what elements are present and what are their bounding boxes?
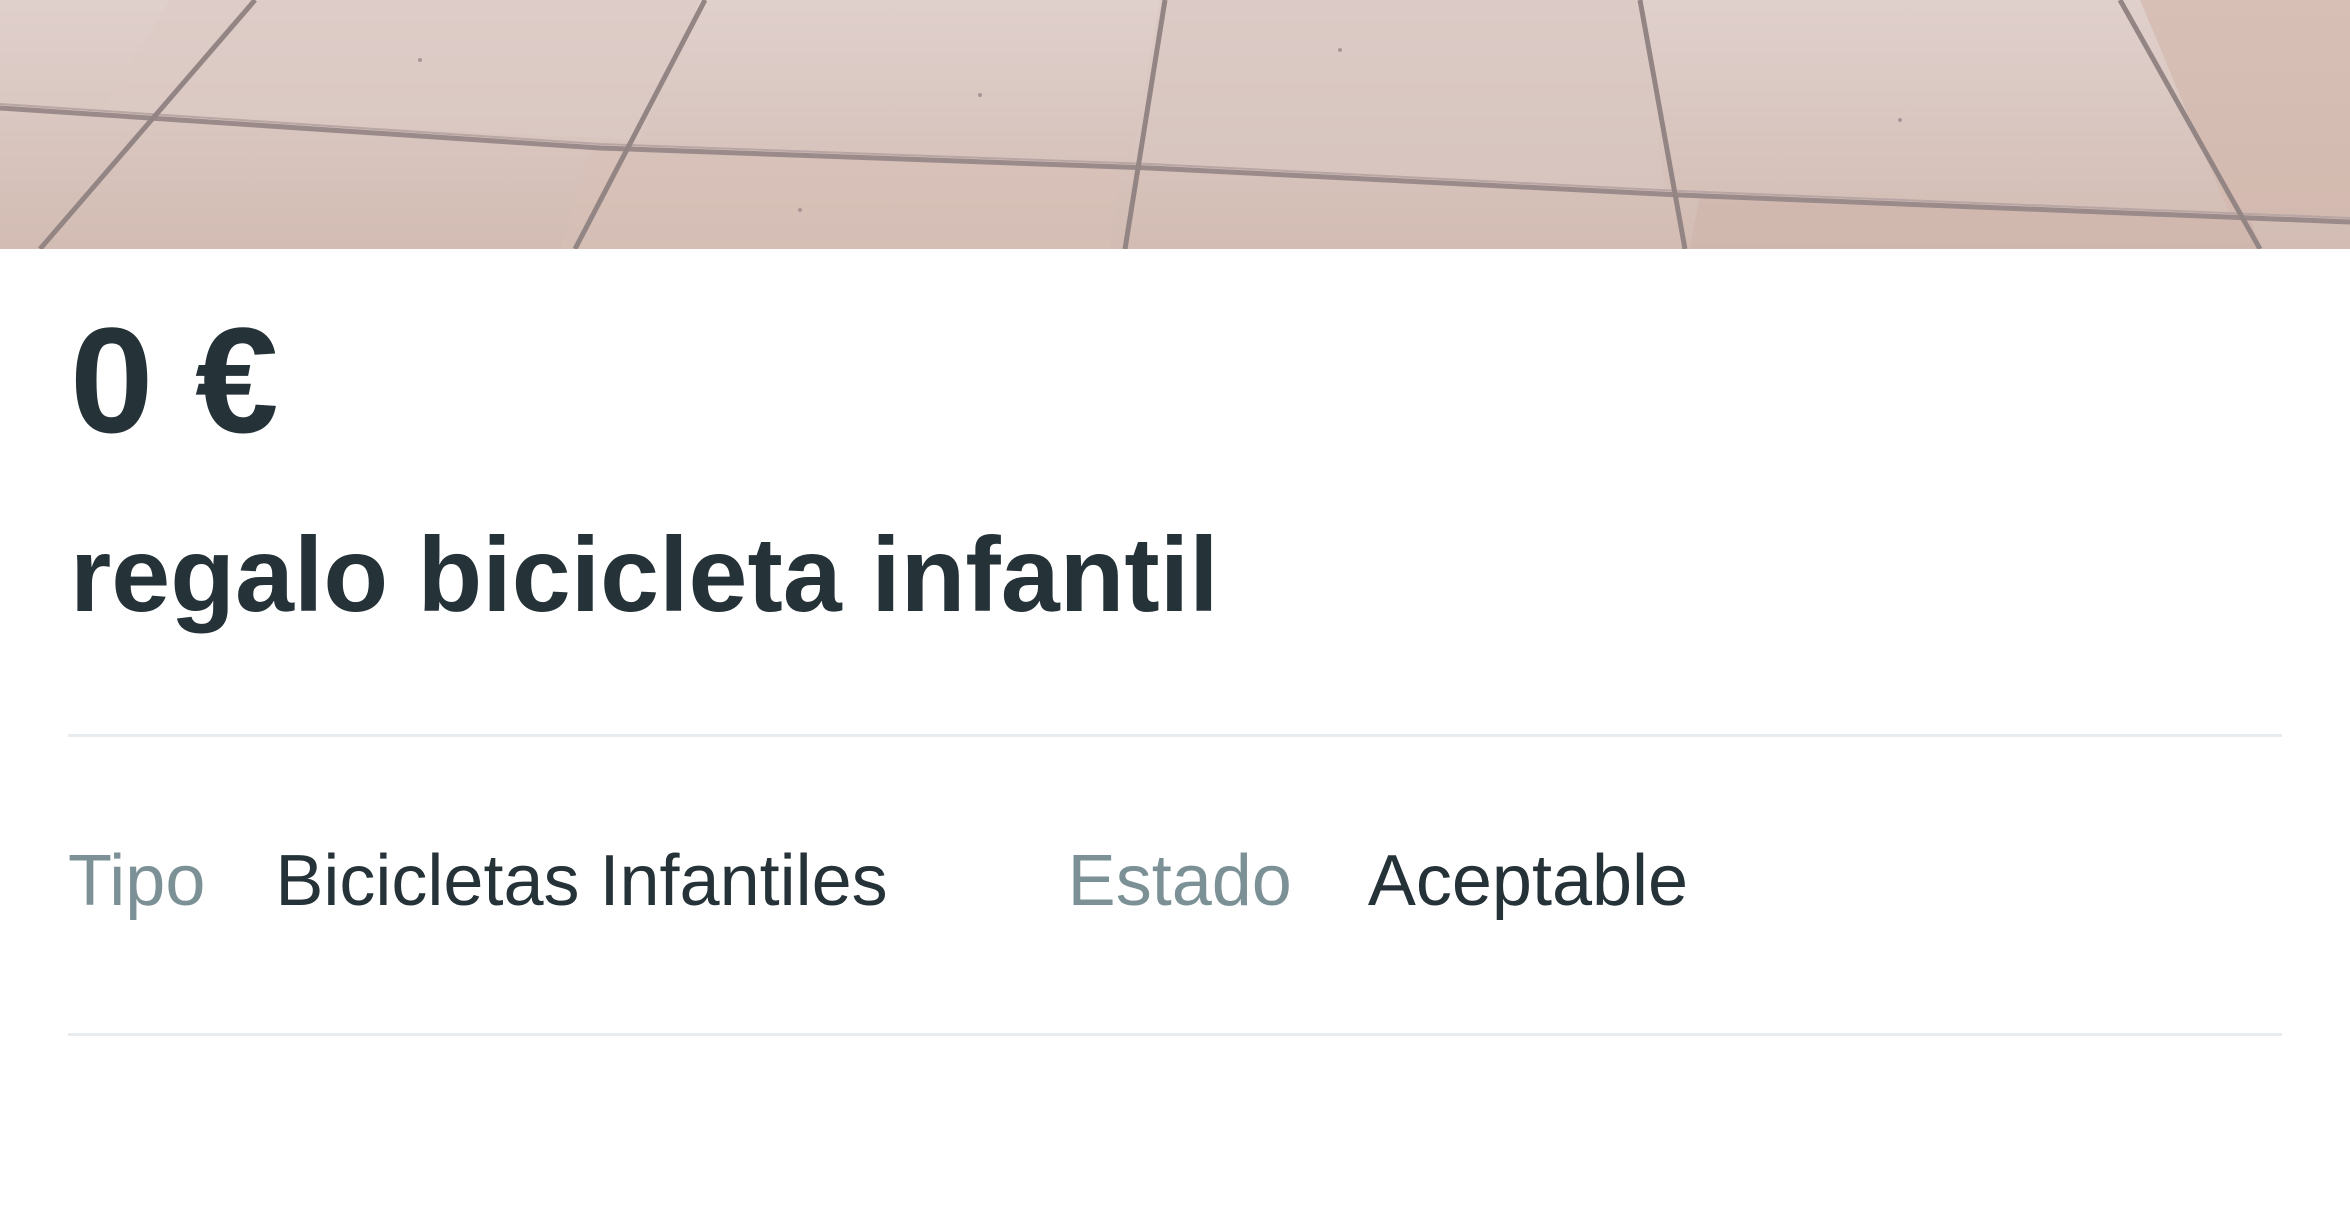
product-photo[interactable] bbox=[0, 0, 2350, 249]
type-value: Bicicletas Infantiles bbox=[275, 841, 888, 921]
type-label: Tipo bbox=[68, 841, 206, 921]
tile-floor-image bbox=[0, 0, 2350, 249]
condition-label: Estado bbox=[1067, 841, 1292, 921]
attributes-row: Tipo Bicicletas Infantiles Estado Acepta… bbox=[68, 836, 1688, 926]
listing-title: regalo bicicleta infantil bbox=[70, 516, 1219, 634]
condition-value: Aceptable bbox=[1367, 841, 1689, 921]
divider bbox=[68, 1033, 2282, 1036]
price: 0 € bbox=[70, 296, 279, 464]
divider bbox=[68, 734, 2282, 737]
listing-page: 0 € regalo bicicleta infantil Tipo Bicic… bbox=[0, 0, 2350, 1230]
